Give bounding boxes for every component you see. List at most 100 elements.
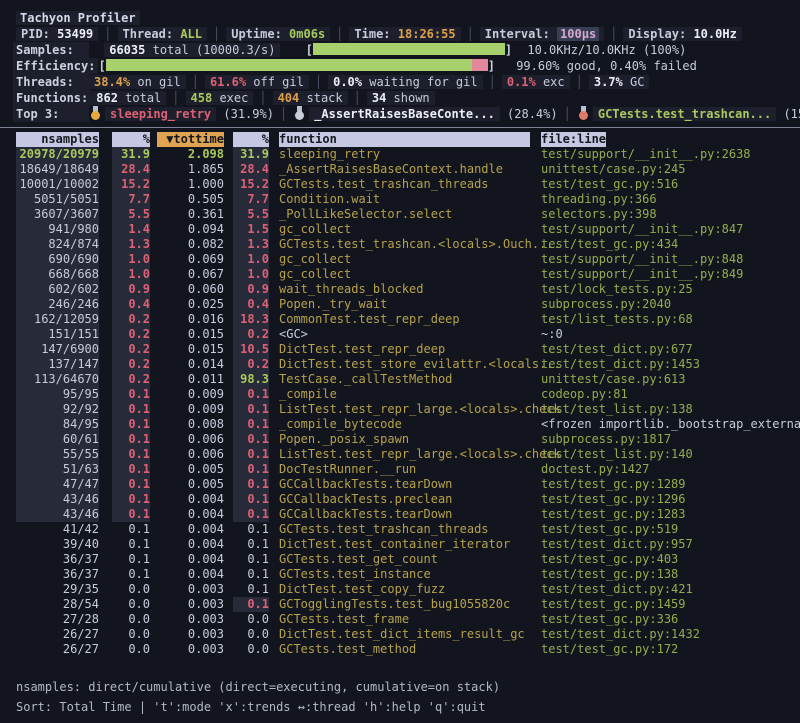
table-row[interactable]: 43/460.10.0040.1GCCallbackTests.tearDown… (16, 507, 800, 522)
footer-legend: nsamples: direct/cumulative (direct=exec… (16, 679, 800, 699)
samples-bar-fill (313, 43, 505, 55)
file-line-cell: doctest.py:1427 (541, 462, 800, 477)
tottime-cell-value: 0.082 (188, 237, 224, 251)
cumulative-pct-cell-value: 0.0 (247, 612, 269, 626)
tottime-cell-value: 0.015 (188, 327, 224, 341)
table-row[interactable]: 84/950.10.0080.1_compile_bytecode<frozen… (16, 417, 800, 432)
table-row[interactable]: 41/420.10.0040.1GCTests.test_trashcan_th… (16, 522, 800, 537)
table-row[interactable]: 39/400.10.0040.1DictTest.test_container_… (16, 537, 800, 552)
tottime-cell-value: 0.005 (188, 462, 224, 476)
tottime-cell: 0.361 (157, 207, 233, 222)
table-row[interactable]: 55/550.10.0060.1ListTest.test_repr_large… (16, 447, 800, 462)
file-line-cell-value: test/test_dict.py:677 (541, 342, 693, 356)
table-row[interactable]: 246/2460.40.0250.4Popen._try_waitsubproc… (16, 297, 800, 312)
table-row[interactable]: 92/920.10.0090.1ListTest.test_repr_large… (16, 402, 800, 417)
cumulative-pct-cell-value: 0.9 (233, 282, 269, 297)
cumulative-pct-cell: 5.5 (233, 207, 279, 222)
function-cell: DictTest.test_container_iterator (279, 537, 541, 552)
direct-pct-cell-value: 0.1 (128, 552, 150, 566)
cumulative-pct-cell-value: 28.4 (233, 162, 269, 177)
direct-pct-cell-value: 0.0 (128, 627, 150, 641)
function-cell: sleeping_retry (279, 147, 541, 162)
col-tottime[interactable]: ▼tottime (157, 132, 233, 147)
nsamples-cell-value: 18649/18649 (16, 162, 99, 177)
table-row[interactable]: 668/6681.00.0671.0gc_collecttest/support… (16, 267, 800, 282)
function-cell-value: GCCallbackTests.tearDown (279, 507, 452, 521)
table-row[interactable]: 147/69000.20.01510.5DictTest.test_repr_d… (16, 342, 800, 357)
table-row[interactable]: 36/370.10.0040.1GCTests.test_get_countte… (16, 552, 800, 567)
table-row[interactable]: 28/540.00.0030.1GCTogglingTests.test_bug… (16, 597, 800, 612)
file-line-cell-value: <frozen importlib._bootstrap_external (541, 417, 800, 431)
cumulative-pct-cell: 0.1 (233, 387, 279, 402)
file-line-cell: test/test_list.py:138 (541, 402, 800, 417)
function-cell-value: _compile (279, 387, 337, 401)
table-row[interactable]: 824/8741.30.0821.3GCTests.test_trashcan.… (16, 237, 800, 252)
file-line-cell: ~:0 (541, 327, 800, 342)
file-line-cell-value: doctest.py:1427 (541, 462, 649, 476)
table-row[interactable]: 51/630.10.0050.1DocTestRunner.__rundocte… (16, 462, 800, 477)
direct-pct-cell-value: 0.0 (128, 612, 150, 626)
col-function[interactable]: function (279, 132, 541, 147)
col-cumulative-pct[interactable]: % (233, 132, 279, 147)
direct-pct-cell: 0.1 (112, 477, 157, 492)
table-row[interactable]: 18649/1864928.41.86528.4_AssertRaisesBas… (16, 162, 800, 177)
table-row[interactable]: 162/120590.20.01618.3CommonTest.test_rep… (16, 312, 800, 327)
file-line-cell: test/test_gc.py:516 (541, 177, 800, 192)
threads-segment-waiting-for-gil: 0.0% waiting for gil (328, 75, 483, 89)
top3-entries: sleeping_retry (31.9%)│_AssertRaisesBase… (89, 107, 800, 121)
table-row[interactable]: 151/1510.20.0150.2<GC>~:0 (16, 327, 800, 342)
table-row[interactable]: 43/460.10.0040.1GCCallbackTests.preclean… (16, 492, 800, 507)
table-row[interactable]: 137/1470.20.0140.2DictTest.test_store_ev… (16, 357, 800, 372)
table-row[interactable]: 60/610.10.0060.1Popen._posix_spawnsubpro… (16, 432, 800, 447)
table-row[interactable]: 113/646700.20.01198.3TestCase._callTestM… (16, 372, 800, 387)
table-row[interactable]: 27/280.00.0030.0GCTests.test_frametest/t… (16, 612, 800, 627)
table-row[interactable]: 10001/1000215.21.00015.2GCTests.test_tra… (16, 177, 800, 192)
function-cell: wait_threads_blocked (279, 282, 541, 297)
nsamples-cell-value: 162/12059 (16, 312, 99, 327)
tottime-cell: 0.004 (157, 567, 233, 582)
top3-function-name[interactable]: GCTests.test_trashcan... (593, 107, 776, 121)
table-row[interactable]: 20978/2097931.92.09831.9sleeping_retryte… (16, 147, 800, 162)
table-row[interactable]: 690/6901.00.0691.0gc_collecttest/support… (16, 252, 800, 267)
function-cell: <GC> (279, 327, 541, 342)
table-row[interactable]: 95/950.10.0090.1_compilecodeop.py:81 (16, 387, 800, 402)
file-line-cell: unittest/case.py:245 (541, 162, 800, 177)
tottime-cell: 0.004 (157, 552, 233, 567)
cumulative-pct-cell-value: 15.2 (233, 177, 269, 192)
efficiency-failed-fill (472, 59, 488, 71)
thread-chip[interactable]: Thread: ALL (118, 27, 208, 41)
direct-pct-cell: 0.2 (112, 312, 157, 327)
cumulative-pct-cell: 0.1 (233, 402, 279, 417)
table-row[interactable]: 602/6020.90.0600.9wait_threads_blockedte… (16, 282, 800, 297)
table-row[interactable]: 47/470.10.0050.1GCCallbackTests.tearDown… (16, 477, 800, 492)
table-row[interactable]: 29/350.00.0030.1DictTest.test_copy_fuzzt… (16, 582, 800, 597)
direct-pct-cell-value: 0.4 (112, 297, 150, 312)
direct-pct-cell-value: 0.0 (128, 642, 150, 656)
efficiency-good-fill (106, 59, 472, 71)
separator: │ (564, 107, 571, 121)
top3-function-name[interactable]: _AssertRaisesBaseConte... (309, 107, 500, 121)
col-direct-pct[interactable]: % (112, 132, 157, 147)
function-cell: DictTest.test_dict_items_result_gc (279, 627, 541, 642)
cumulative-pct-cell-value: 0.1 (233, 447, 269, 462)
direct-pct-cell: 0.1 (112, 537, 157, 552)
col-nsamples[interactable]: nsamples (16, 132, 112, 147)
direct-pct-cell: 28.4 (112, 162, 157, 177)
table-row[interactable]: 26/270.00.0030.0GCTests.test_methodtest/… (16, 642, 800, 657)
table-row[interactable]: 26/270.00.0030.0DictTest.test_dict_items… (16, 627, 800, 642)
tottime-cell: 1.865 (157, 162, 233, 177)
function-cell-value: gc_collect (279, 222, 351, 236)
function-cell: Condition.wait (279, 192, 541, 207)
cumulative-pct-cell-value: 7.7 (233, 192, 269, 207)
cumulative-pct-cell-value: 0.1 (233, 432, 269, 447)
table-row[interactable]: 5051/50517.70.5057.7Condition.waitthread… (16, 192, 800, 207)
table-row[interactable]: 36/370.10.0040.1GCTests.test_instancetes… (16, 567, 800, 582)
top3-function-name[interactable]: sleeping_retry (105, 107, 216, 121)
separator: │ (104, 27, 111, 41)
file-line-cell: test/test_gc.py:403 (541, 552, 800, 567)
table-row[interactable]: 941/9801.40.0941.5gc_collecttest/support… (16, 222, 800, 237)
function-cell: _compile_bytecode (279, 417, 541, 432)
table-row[interactable]: 3607/36075.50.3615.5_PollLikeSelector.se… (16, 207, 800, 222)
tottime-cell-value: 0.003 (188, 597, 224, 611)
col-fileline[interactable]: file:line (541, 132, 800, 147)
